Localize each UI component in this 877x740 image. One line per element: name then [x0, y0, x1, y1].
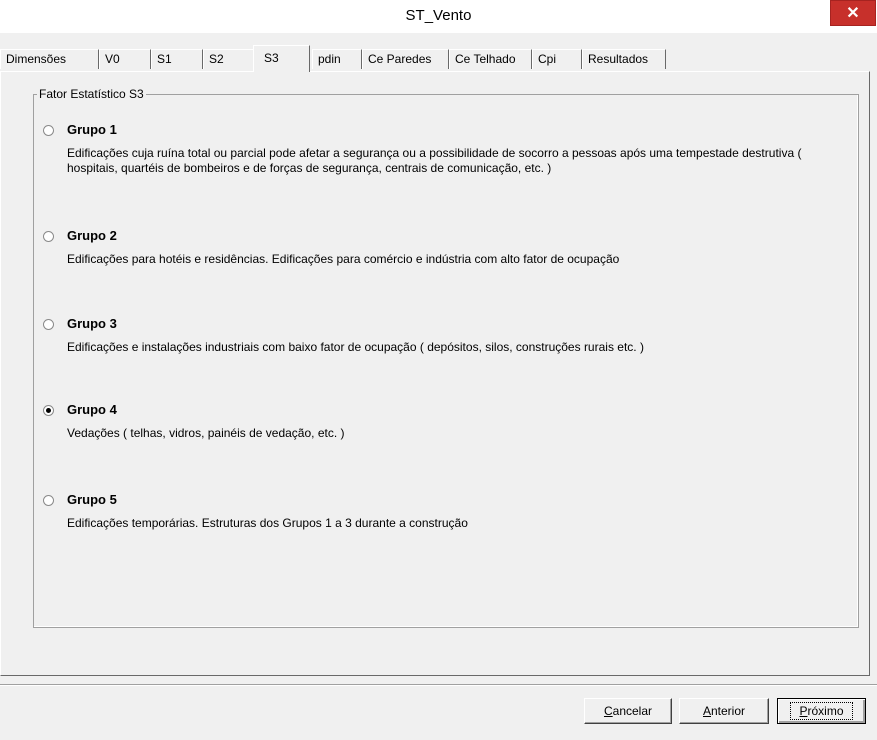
tab-label: S2: [209, 52, 224, 66]
tab-label: pdin: [318, 52, 341, 66]
option-title: Grupo 3: [67, 316, 117, 331]
tab-dimensoes[interactable]: Dimensões: [0, 49, 99, 69]
tab-ce-paredes[interactable]: Ce Paredes: [362, 49, 449, 69]
tab-ce-telhado[interactable]: Ce Telhado: [449, 49, 532, 69]
option-description: Edificações temporárias. Estruturas dos …: [67, 516, 468, 530]
option-title: Grupo 4: [67, 402, 117, 417]
option-description: Edificações cuja ruína total ou parcial …: [67, 146, 802, 175]
close-icon: ✕: [846, 5, 860, 22]
tab-v0[interactable]: V0: [99, 49, 151, 69]
close-button[interactable]: ✕: [830, 0, 876, 26]
dialog-window: ST_Vento ✕ Dimensões V0 S1 S2 S3 pdin Ce…: [0, 0, 877, 740]
option-description: Vedações ( telhas, vidros, painéis de ve…: [67, 426, 345, 440]
radio-grupo-5[interactable]: [43, 495, 54, 506]
groupbox-legend: Fator Estatístico S3: [37, 87, 146, 101]
tab-s3[interactable]: S3: [253, 45, 310, 72]
tab-label: S1: [157, 52, 172, 66]
option-description: Edificações para hotéis e residências. E…: [67, 252, 620, 266]
tab-label: Ce Paredes: [368, 52, 432, 66]
footer-separator: [0, 684, 877, 686]
tab-label: Cpi: [538, 52, 557, 66]
radio-selected-dot: [46, 408, 51, 413]
cancel-button[interactable]: Cancelar: [584, 698, 672, 724]
tab-s1[interactable]: S1: [151, 49, 203, 69]
option-title: Grupo 5: [67, 492, 117, 507]
next-label: Próximo: [790, 702, 853, 720]
tab-pdin[interactable]: pdin: [312, 49, 362, 69]
cancel-label: Cancelar: [603, 704, 653, 718]
tab-cpi[interactable]: Cpi: [532, 49, 582, 69]
tab-resultados[interactable]: Resultados: [582, 49, 666, 69]
title-bar[interactable]: ST_Vento ✕: [0, 0, 877, 33]
next-button[interactable]: Próximo: [777, 698, 866, 724]
tab-strip: Dimensões V0 S1 S2 S3 pdin Ce Paredes Ce…: [0, 45, 877, 72]
option-title: Grupo 1: [67, 122, 117, 137]
radio-grupo-1[interactable]: [43, 125, 54, 136]
tab-label: Ce Telhado: [455, 52, 516, 66]
tab-label: S3: [264, 51, 279, 65]
radio-grupo-4[interactable]: [43, 405, 54, 416]
back-button[interactable]: Anterior: [679, 698, 769, 724]
tab-s2[interactable]: S2: [203, 49, 255, 69]
radio-grupo-2[interactable]: [43, 231, 54, 242]
tab-label: Dimensões: [6, 52, 67, 66]
radio-grupo-3[interactable]: [43, 319, 54, 330]
tab-label: V0: [105, 52, 120, 66]
option-description: Edificações e instalações industriais co…: [67, 340, 644, 354]
back-label: Anterior: [702, 704, 746, 718]
option-title: Grupo 2: [67, 228, 117, 243]
tab-label: Resultados: [588, 52, 649, 66]
window-title: ST_Vento: [405, 7, 472, 24]
